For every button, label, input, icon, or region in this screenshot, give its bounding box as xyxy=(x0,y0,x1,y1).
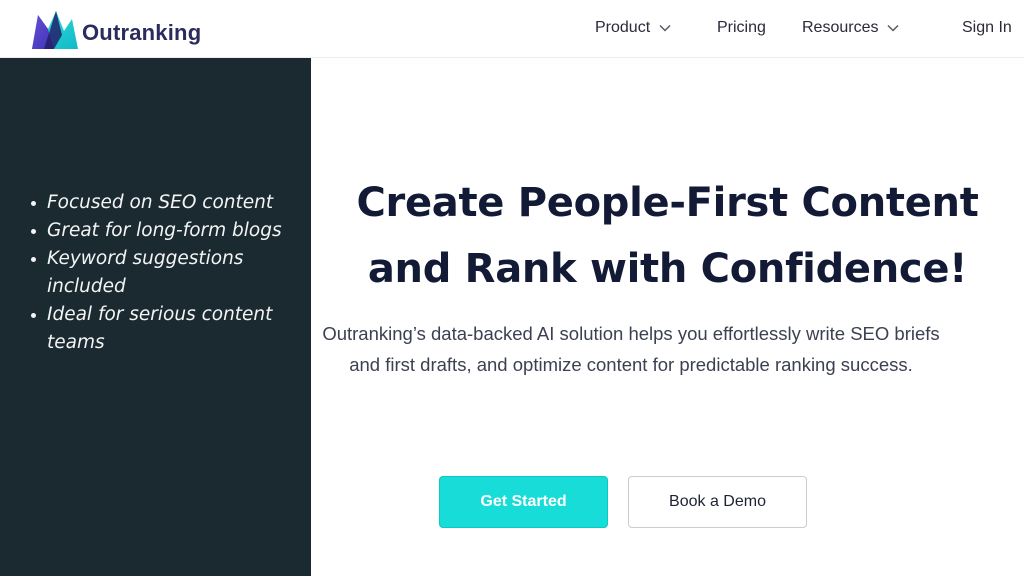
nav-item-label: Resources xyxy=(802,19,879,36)
bullet-icon xyxy=(31,313,36,318)
nav-item-resources[interactable]: Resources xyxy=(802,17,900,39)
sign-in-link[interactable]: Sign In xyxy=(962,17,1012,39)
hero-title-line-1: Create People-First Content xyxy=(356,180,979,226)
feature-panel: Focused on SEO content Great for long-fo… xyxy=(0,58,311,576)
bullet-icon xyxy=(31,229,36,234)
feature-list: Focused on SEO content Great for long-fo… xyxy=(30,189,290,357)
bullet-icon xyxy=(31,257,36,262)
feature-item: Focused on SEO content xyxy=(30,189,290,217)
top-navbar: Outranking Product Pricing Resources Sig… xyxy=(0,0,1024,58)
feature-text: Keyword suggestions included xyxy=(47,248,244,297)
nav-item-pricing[interactable]: Pricing xyxy=(717,17,766,39)
hero-subtitle: Outranking’s data-backed AI solution hel… xyxy=(322,323,940,375)
book-demo-button[interactable]: Book a Demo xyxy=(628,476,807,528)
page: Outranking Product Pricing Resources Sig… xyxy=(0,0,1024,576)
brand-logo-link[interactable]: Outranking xyxy=(32,8,201,50)
nav-item-label: Product xyxy=(595,19,651,36)
nav-item-label: Pricing xyxy=(717,19,766,36)
chevron-down-icon xyxy=(887,24,900,32)
outranking-logo-icon xyxy=(32,11,78,49)
feature-item: Ideal for serious content teams xyxy=(30,301,290,357)
hero-title-line-2: and Rank with Confidence! xyxy=(367,246,968,292)
chevron-down-icon xyxy=(659,24,671,32)
nav-item-product[interactable]: Product xyxy=(595,17,671,39)
feature-text: Great for long-form blogs xyxy=(47,220,282,241)
hero-title: Create People-First Content and Rank wit… xyxy=(311,170,1024,302)
feature-text: Ideal for serious content teams xyxy=(47,304,273,353)
brand-name: Outranking xyxy=(82,20,202,45)
bullet-icon xyxy=(31,201,36,206)
get-started-button[interactable]: Get Started xyxy=(439,476,608,528)
feature-item: Keyword suggestions included xyxy=(30,245,290,301)
feature-text: Focused on SEO content xyxy=(47,192,274,213)
feature-item: Great for long-form blogs xyxy=(30,217,290,245)
